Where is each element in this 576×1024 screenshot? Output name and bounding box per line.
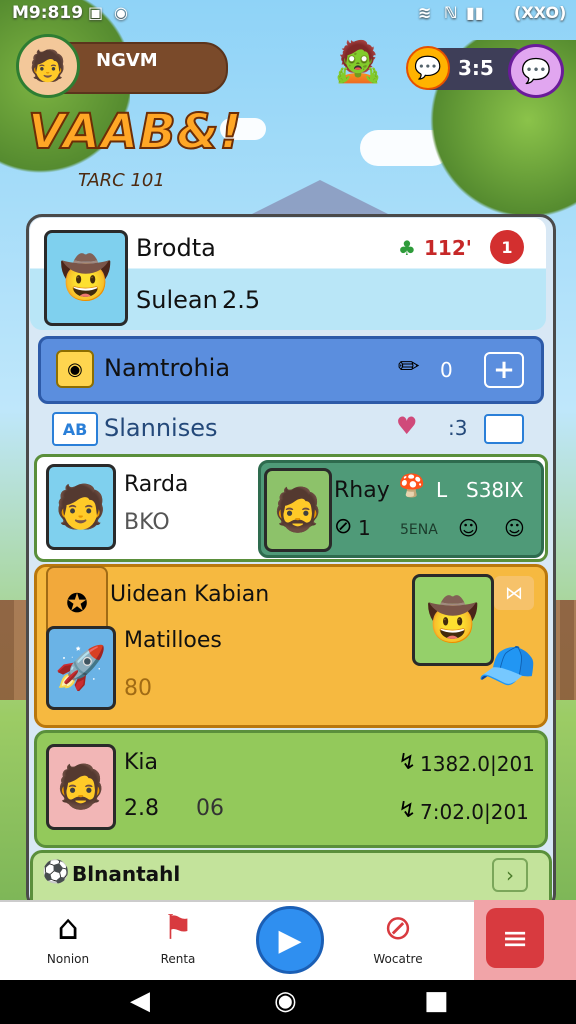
rocket-portrait: 🚀: [46, 626, 116, 710]
battery-icon: (XXO): [514, 3, 567, 22]
heart-icon: ♥: [396, 412, 418, 440]
stats-right-2: 7:02.0|201: [420, 800, 529, 824]
character-sprite: 🧟: [333, 39, 383, 85]
nav-block-label: Wocatre: [373, 952, 423, 966]
event-subtitle: Matilloes: [124, 628, 222, 653]
smile-icon: ☺: [458, 516, 479, 540]
flag-icon: ⚑: [162, 908, 194, 948]
stats-name: Kia: [124, 750, 159, 775]
friend-portrait: 🧑: [46, 464, 116, 550]
messages-icon[interactable]: 💬: [508, 44, 564, 98]
gallery-icon: ▣: [88, 3, 104, 22]
player-avatar[interactable]: 🧑: [16, 34, 80, 98]
rival-portrait: 🧔: [264, 468, 332, 552]
ban-icon: ⊘: [334, 514, 353, 539]
rival-title: Rhay: [334, 478, 390, 503]
coin-icon: ◉: [56, 350, 94, 388]
mute-icon: ℕ: [444, 3, 458, 22]
recents-icon[interactable]: ■: [424, 986, 449, 1016]
up-arrow-icon: ↯: [398, 798, 417, 823]
settings-count: :3: [448, 416, 468, 440]
player-name: NGVM: [96, 50, 158, 71]
pencil-icon: ✏: [398, 352, 420, 382]
profile-subtitle: Sulean: [136, 286, 218, 314]
currency-value: 112': [424, 236, 472, 260]
nav-flag[interactable]: ⚑ Renta: [128, 900, 228, 980]
nav-home[interactable]: ⌂ Nonion: [18, 900, 118, 980]
nav-home-label: Nonion: [46, 952, 90, 966]
stats-portrait: 🧔: [46, 744, 116, 830]
stats-right-1: 1382.0|201: [420, 752, 535, 776]
bowtie-icon[interactable]: ⋈: [494, 576, 534, 610]
system-nav-bar: ◀ ◉ ■: [0, 980, 576, 1024]
event-helper-character: 🧢: [477, 637, 537, 694]
coin-value: 3:5: [458, 56, 494, 80]
soccer-ball-icon: ⚽: [42, 860, 70, 885]
profile-portrait: 🤠: [44, 230, 128, 326]
game-logo-subtitle: TARC 101: [78, 170, 165, 191]
rival-count: 1: [358, 516, 371, 540]
shield-icon: ◉: [114, 3, 128, 22]
stats-left-value: 2.8: [124, 796, 159, 821]
play-button[interactable]: ▶: [256, 906, 324, 974]
chat-bubble-icon: 💬: [406, 46, 450, 90]
rival-level: L: [436, 478, 448, 502]
notification-badge[interactable]: 1: [490, 230, 524, 264]
profile-value: 2.5: [222, 286, 261, 314]
home-icon: ⌂: [57, 908, 79, 948]
up-arrow-icon: ↯: [398, 750, 417, 775]
mushroom-icon: 🍄: [398, 474, 426, 499]
home-circle-icon[interactable]: ◉: [274, 986, 297, 1016]
chevron-right-icon[interactable]: ›: [492, 858, 528, 892]
nav-block[interactable]: ⊘ Wocatre: [348, 900, 448, 980]
wifi-icon: ≋: [418, 3, 432, 22]
back-icon[interactable]: ◀: [130, 986, 150, 1016]
signal-icon: ▮▮: [466, 3, 484, 22]
friend-name: Rarda: [124, 472, 189, 497]
rival-code: S38IX: [466, 478, 524, 502]
event-value: 80: [124, 676, 152, 701]
cash-icon: ♣: [398, 236, 416, 260]
game-logo: VAAB&!: [27, 103, 243, 161]
section-label: Blnantahl: [72, 862, 181, 886]
quest-count: 0: [440, 358, 453, 382]
add-button[interactable]: +: [484, 352, 524, 388]
smile-icon: ☺: [504, 516, 525, 540]
block-icon: ⊘: [383, 908, 413, 948]
status-time: M9:819: [12, 3, 84, 23]
menu-button[interactable]: ≡: [486, 908, 544, 968]
settings-checkbox[interactable]: [484, 414, 524, 444]
rival-footer: 5ENA: [400, 522, 438, 538]
profile-name: Brodta: [136, 234, 216, 262]
status-bar: M9:819 ▣ ◉ ≋ ℕ ▮▮ (XXO): [0, 0, 576, 28]
friend-code: BKO: [124, 510, 170, 535]
quest-label: Namtrohia: [104, 354, 231, 382]
settings-label: Slannises: [104, 414, 218, 442]
stats-left-value-2: 06: [196, 796, 224, 821]
event-title: Uidean Kabian: [110, 582, 270, 607]
nav-flag-label: Renta: [160, 952, 196, 966]
language-icon: AB: [52, 412, 98, 446]
